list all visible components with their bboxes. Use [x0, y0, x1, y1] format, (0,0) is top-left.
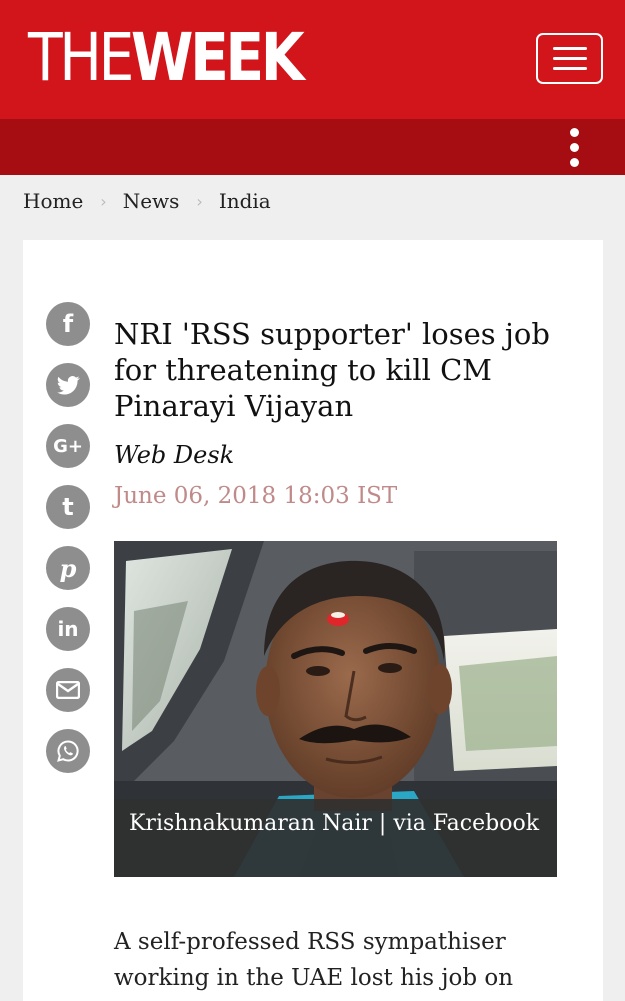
tumblr-icon: t [62, 493, 74, 521]
vertical-dots-icon [569, 142, 579, 152]
hamburger-menu-button[interactable] [536, 33, 603, 84]
pinterest-icon: p [59, 553, 77, 583]
section-bar [0, 119, 625, 175]
facebook-icon: f [62, 310, 74, 338]
email-icon [56, 681, 80, 699]
logo-the-text: THE [28, 19, 134, 96]
vertical-dots-icon [569, 157, 579, 167]
tumblr-share-button[interactable]: t [46, 485, 90, 529]
site-logo[interactable]: THE WEEK [28, 19, 305, 96]
twitter-share-button[interactable] [46, 363, 90, 407]
breadcrumb-chevron-icon: › [196, 191, 203, 211]
hamburger-menu-icon-line [552, 67, 587, 70]
article-headline: NRI 'RSS supporter' loses job for threat… [114, 317, 550, 423]
hamburger-menu-icon-line [552, 57, 587, 60]
photo-caption: Krishnakumaran Nair | via Facebook [114, 799, 557, 877]
more-options-button[interactable] [560, 124, 588, 170]
share-rail: f G+ t p in [46, 302, 90, 790]
vertical-dots-icon [569, 127, 579, 137]
linkedin-share-button[interactable]: in [46, 607, 90, 651]
logo-week-text: WEEK [130, 19, 305, 96]
breadcrumb: Home › News › India [23, 187, 271, 215]
breadcrumb-chevron-icon: › [100, 191, 107, 211]
article-author[interactable]: Web Desk [114, 441, 234, 469]
article-card: f G+ t p in NRI 'RSS supporter' loses jo… [23, 240, 603, 1001]
whatsapp-share-button[interactable] [46, 729, 90, 773]
article-body-paragraph: A self-professed RSS sympathiser working… [114, 929, 514, 991]
article-date: June 06, 2018 18:03 IST [114, 483, 398, 509]
google-plus-share-button[interactable]: G+ [46, 424, 90, 468]
email-share-button[interactable] [46, 668, 90, 712]
whatsapp-icon [57, 740, 79, 762]
pinterest-share-button[interactable]: p [46, 546, 90, 590]
breadcrumb-news[interactable]: News [123, 189, 180, 213]
site-header: THE WEEK [0, 0, 625, 119]
facebook-share-button[interactable]: f [46, 302, 90, 346]
breadcrumb-home[interactable]: Home [23, 189, 83, 213]
linkedin-icon: in [57, 617, 79, 641]
google-plus-icon: G+ [53, 435, 83, 457]
hamburger-menu-icon-line [552, 47, 587, 50]
breadcrumb-india[interactable]: India [219, 189, 271, 213]
twitter-icon [56, 375, 80, 395]
